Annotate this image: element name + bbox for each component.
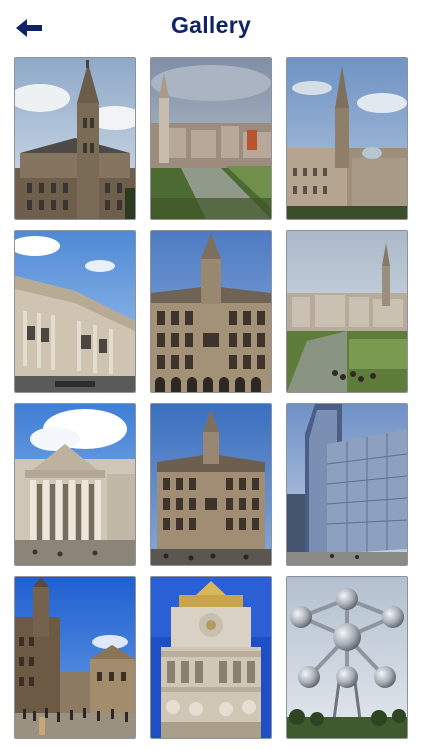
gallery-photo-city-hall-spire-view[interactable] bbox=[286, 57, 408, 220]
gallery-photo-european-parliament[interactable] bbox=[286, 403, 408, 566]
gallery-photo-guildhall-gable-detail[interactable] bbox=[150, 576, 272, 739]
gallery-photo-maison-du-roi-wide[interactable] bbox=[150, 403, 272, 566]
gallery-photo-mont-des-arts-garden[interactable] bbox=[150, 57, 272, 220]
gallery-photo-bourse-facade[interactable] bbox=[14, 403, 136, 566]
gallery-grid bbox=[14, 57, 408, 739]
gallery-photo-maison-du-roi-facade[interactable] bbox=[150, 230, 272, 393]
gallery-photo-grand-place-crowd[interactable] bbox=[14, 576, 136, 739]
page-title: Gallery bbox=[170, 12, 252, 38]
gallery-photo-classical-building-corner[interactable] bbox=[14, 230, 136, 393]
gallery-photo-mont-des-arts-terrace[interactable] bbox=[286, 230, 408, 393]
gallery-photo-town-hall-tower[interactable] bbox=[14, 57, 136, 220]
gallery-photo-atomium[interactable] bbox=[286, 576, 408, 739]
header-bar: Gallery bbox=[0, 0, 422, 56]
